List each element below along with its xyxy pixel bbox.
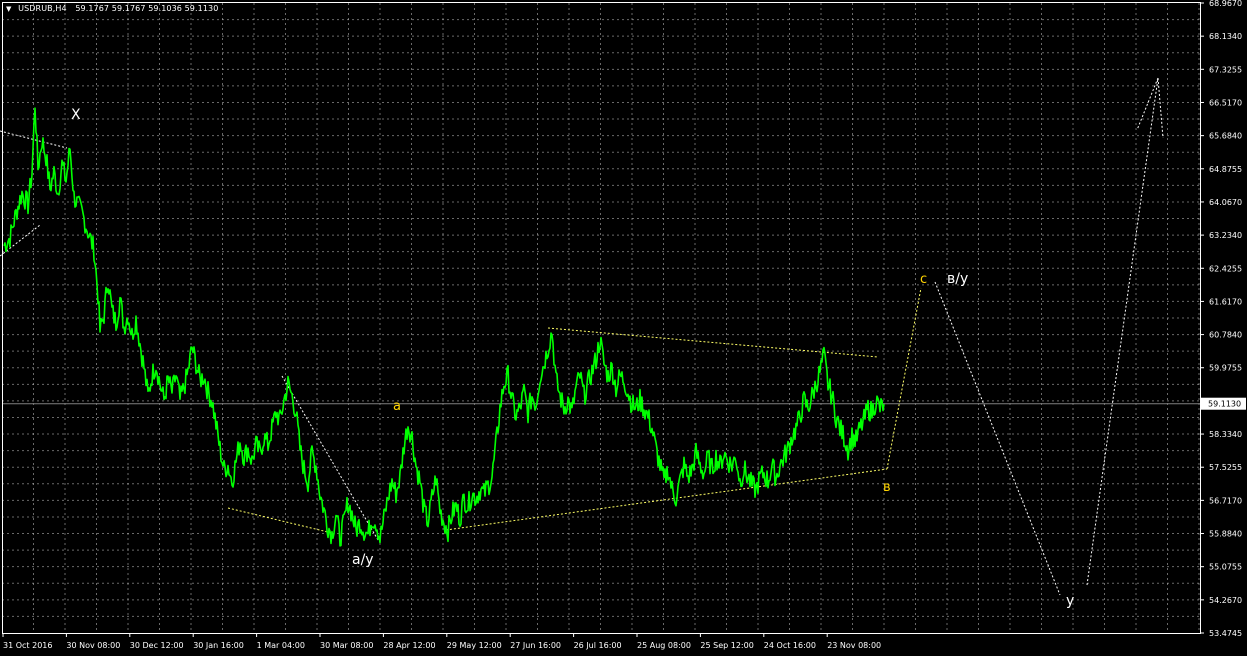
y-tick-label: 65.6840 <box>1209 132 1242 141</box>
chart-window[interactable]: 68.9670 68.1340 67.3255 66.5170 65.6840 64.87… <box>0 0 1247 656</box>
y-tick-label: 68.1340 <box>1209 32 1242 41</box>
wave-line-white <box>1086 77 1159 586</box>
y-tick-label: 55.8840 <box>1209 530 1242 539</box>
y-tick-label: 55.0755 <box>1209 563 1242 572</box>
y-tick-label: 64.8755 <box>1209 165 1242 174</box>
x-tick-label: 31 Oct 2016 <box>3 641 52 650</box>
y-tick-label: 62.4255 <box>1209 264 1242 273</box>
y-tick-label: 57.5255 <box>1209 463 1242 472</box>
x-tick-label: 24 Oct 16:00 <box>764 641 816 650</box>
y-tick-label: 59.9755 <box>1209 364 1242 373</box>
chart-header: ▼ USDRUB,H4 59.1767 59.1767 59.1036 59.1… <box>6 4 218 13</box>
ohlc-values: 59.1767 59.1767 59.1036 59.1130 <box>75 4 219 13</box>
x-tick-label: 25 Aug 08:00 <box>637 641 691 650</box>
y-tick-label: 67.3255 <box>1209 65 1242 74</box>
triangle-down-icon[interactable]: ▼ <box>6 5 11 13</box>
wave-label: X <box>71 107 81 123</box>
y-tick-label: 58.3340 <box>1209 430 1242 439</box>
x-tick-label: 30 Mar 08:00 <box>320 641 373 650</box>
wave-line-white <box>1157 77 1164 139</box>
x-tick-label: 27 Jun 16:00 <box>510 641 561 650</box>
axes: 68.9670 68.1340 67.3255 66.5170 65.6840 64.87… <box>2 0 1246 650</box>
x-tick-label: 30 Dec 12:00 <box>130 641 184 650</box>
wave-label: c <box>920 272 927 287</box>
y-tick-label: 53.4745 <box>1209 629 1242 638</box>
price-chart[interactable]: 68.9670 68.1340 67.3255 66.5170 65.6840 64.87… <box>0 0 1247 656</box>
x-tick-label: 23 Nov 08:00 <box>827 641 881 650</box>
x-tick-label: 30 Jan 16:00 <box>193 641 244 650</box>
x-tick-label: 1 Mar 04:00 <box>257 641 305 650</box>
y-tick-label: 54.2670 <box>1209 596 1242 605</box>
wave-label: a/y <box>352 552 374 568</box>
symbol-label: USDRUB,H4 <box>18 4 67 13</box>
x-tick-label: 30 Nov 08:00 <box>66 641 120 650</box>
wave-label: в/y <box>947 271 968 287</box>
wave-label: y <box>1066 593 1074 609</box>
x-tick-label: 28 Apr 12:00 <box>383 641 435 650</box>
wave-label: a <box>393 399 401 414</box>
y-tick-label: 56.7170 <box>1209 496 1242 505</box>
y-tick-label: 68.9670 <box>1209 0 1242 8</box>
y-tick-label: 64.0670 <box>1209 198 1242 207</box>
current-price-label: 59.1130 <box>1208 400 1241 409</box>
wave-line-yellow <box>227 507 333 534</box>
x-tick-label: 29 May 12:00 <box>447 641 502 650</box>
x-tick-label: 25 Sep 12:00 <box>700 641 753 650</box>
y-tick-label: 63.2340 <box>1209 231 1242 240</box>
y-tick-label: 66.5170 <box>1209 98 1242 107</box>
x-tick-label: 26 Jul 16:00 <box>574 641 622 650</box>
grid-layer <box>2 3 1200 633</box>
price-line <box>3 107 885 547</box>
wave-label: в <box>883 480 891 495</box>
wave-lines <box>0 77 1164 596</box>
y-tick-label: 61.6170 <box>1209 297 1242 306</box>
y-tick-label: 60.7840 <box>1209 331 1242 340</box>
